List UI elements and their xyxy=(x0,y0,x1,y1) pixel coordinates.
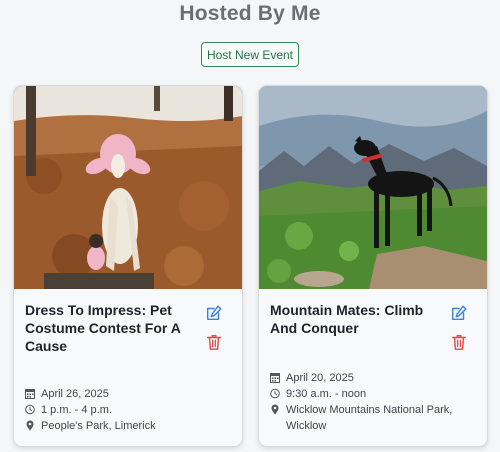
event-time-row: 1 p.m. - 4 p.m. xyxy=(25,402,235,418)
event-location-row: Wicklow Mountains National Park, Wicklow xyxy=(270,402,480,434)
event-location: Wicklow Mountains National Park, Wicklow xyxy=(286,404,453,432)
event-date-row: April 20, 2025 xyxy=(270,370,480,386)
trash-icon[interactable] xyxy=(450,333,468,351)
map-pin-icon xyxy=(270,404,283,415)
event-date: April 20, 2025 xyxy=(286,372,354,384)
event-image xyxy=(14,86,242,289)
clock-icon xyxy=(270,388,283,399)
event-time-row: 9:30 a.m. - noon xyxy=(270,386,480,402)
edit-icon[interactable] xyxy=(450,304,468,322)
edit-icon[interactable] xyxy=(205,304,223,322)
event-date: April 26, 2025 xyxy=(41,388,109,400)
page-title: Hosted By Me xyxy=(179,2,321,25)
event-time: 9:30 a.m. - noon xyxy=(286,388,367,400)
clock-icon xyxy=(25,404,38,415)
event-card[interactable]: Mountain Mates: Climb And Conquer April … xyxy=(258,85,488,447)
calendar-icon xyxy=(25,388,38,399)
event-location-row: People's Park, Limerick xyxy=(25,418,235,434)
event-details: April 20, 2025 9:30 a.m. - noon Wicklow … xyxy=(270,370,480,434)
calendar-icon xyxy=(270,372,283,383)
host-new-event-button[interactable]: Host New Event xyxy=(201,42,299,67)
trash-icon[interactable] xyxy=(205,333,223,351)
map-pin-icon xyxy=(25,420,38,431)
event-title[interactable]: Dress To Impress: Pet Costume Contest Fo… xyxy=(25,301,193,355)
event-details: April 26, 2025 1 p.m. - 4 p.m. People's … xyxy=(25,386,235,434)
event-location: People's Park, Limerick xyxy=(41,420,156,432)
event-date-row: April 26, 2025 xyxy=(25,386,235,402)
event-title[interactable]: Mountain Mates: Climb And Conquer xyxy=(270,301,438,337)
event-time: 1 p.m. - 4 p.m. xyxy=(41,404,112,416)
event-image xyxy=(259,86,487,289)
event-card[interactable]: Dress To Impress: Pet Costume Contest Fo… xyxy=(13,85,243,447)
